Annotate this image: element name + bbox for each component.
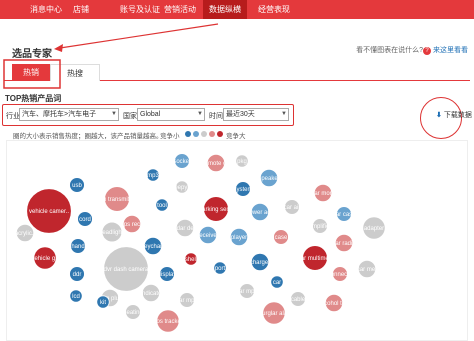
bubble-label: mp3 (147, 173, 159, 179)
time-value: 最近30天 (226, 111, 255, 118)
bubble-label: sleepy r.. (170, 185, 194, 191)
nav-item-data[interactable]: 数据纵横 (203, 0, 247, 19)
bubble-label: ddr (73, 272, 82, 278)
bubble-label: connecto (328, 272, 353, 278)
bubble-label: burglar alar (259, 311, 289, 317)
bubble-label: indicato (141, 291, 162, 297)
bubble-label: dvr dash camera (104, 267, 149, 273)
bubble-label: car mp3 (236, 289, 258, 295)
download-button[interactable]: ⬇ 下载数据 (436, 110, 472, 120)
bubble-label: radar det.. (171, 226, 199, 232)
bubble-label: power ad.. (246, 210, 274, 216)
bubble-label: adapter (364, 226, 384, 232)
bubble-label: shell (185, 257, 197, 263)
legend-dot-2 (193, 131, 199, 137)
bubble-label: car multimed (298, 256, 332, 262)
bubble-label: socket (173, 159, 191, 165)
bubble-label: vehicle g.. (31, 256, 58, 262)
bubble-label: case (275, 235, 288, 241)
bubble-label: headligh.. (99, 230, 125, 236)
tab-hot-sale[interactable]: 热销 (12, 64, 50, 81)
legend-dot-5 (217, 131, 223, 137)
bubble-label: cable (291, 297, 306, 303)
chevron-down-icon: ▼ (197, 111, 203, 117)
bubble-label: car radio (332, 241, 356, 247)
bubble-label: usb (72, 183, 82, 189)
bubble-label: car cass (333, 212, 355, 218)
legend-dot-3 (201, 131, 207, 137)
bubble-label: vehicle camer.. (29, 209, 69, 215)
country-label: 国家 (123, 113, 137, 120)
legend-dot-4 (209, 131, 215, 137)
download-label: 下载数据 (443, 112, 472, 119)
bubble-label: system (233, 187, 252, 193)
bubble-label: car (273, 280, 281, 286)
bubble-label: charger (250, 260, 270, 266)
tab-hot-search[interactable]: 热搜 (50, 64, 100, 81)
bubble-label: gps tracker (153, 319, 183, 325)
bubble-label: speaker (258, 176, 279, 182)
help-link-text[interactable]: 来这里看看 (433, 47, 468, 54)
industry-select[interactable]: 汽车、摩托车>汽车电子 ▼ (19, 108, 119, 121)
legend-dot-1 (185, 131, 191, 137)
legend-small-label: 竞争小 (160, 133, 180, 140)
bubble-label: car mp.. (176, 298, 198, 304)
tab-bar: 热销 热搜 (4, 64, 470, 81)
bubble-label: lcd (72, 294, 80, 300)
section-title: TOP热销产品词 (5, 94, 62, 103)
bubble-label: remote c.. (203, 161, 230, 167)
question-icon: ? (423, 47, 431, 55)
download-icon: ⬇ (436, 112, 442, 119)
bubble-label: amplifier (309, 224, 332, 230)
industry-value: 汽车、摩托车>汽车电子 (22, 111, 97, 118)
bubble-label: fm transmitte (100, 197, 135, 203)
chevron-down-icon: ▼ (111, 111, 117, 117)
chevron-down-icon: ▼ (281, 111, 287, 117)
nav-item-messages[interactable]: 消息中心 (26, 0, 66, 19)
bubble-label: pkg (237, 159, 247, 165)
nav-item-store[interactable]: 店铺 (66, 0, 96, 19)
bubble-label: gps rece (120, 222, 144, 228)
bubble-label: car mont (311, 191, 335, 197)
bubble-label: acrylic.. (15, 231, 36, 237)
bubble-label: player (231, 235, 247, 241)
bubble-label: kit (100, 300, 106, 306)
bubble-label: port (215, 266, 226, 272)
bubble-label: heating (123, 310, 143, 316)
chart-note: 圈的大小表示销售热度；圈越大，该产品销量越高。 (13, 133, 163, 140)
legend-big-label: 竞争大 (226, 133, 246, 140)
nav-item-marketing[interactable]: 营销活动 (160, 0, 200, 19)
bubble-label: car mer (357, 267, 377, 273)
country-select[interactable]: Global ▼ (137, 108, 205, 121)
nav-item-performance[interactable]: 经营表现 (252, 0, 296, 19)
bubble-label: cord (79, 217, 91, 223)
help-prefix: 看不懂图表在说什么? (356, 47, 423, 54)
industry-label: 行业 (6, 113, 20, 120)
page-title: 选品专家 (12, 49, 52, 60)
bubble-label: receiver (197, 233, 218, 239)
top-nav: 消息中心 店铺 账号及认证 营销活动 数据纵横 经营表现 (0, 0, 474, 19)
bubble-label: car air (284, 205, 301, 211)
bubble-label: keychain (141, 244, 165, 250)
bubble-label: alcohol te.. (319, 301, 348, 307)
nav-item-account[interactable]: 账号及认证 (116, 0, 164, 19)
time-label: 时间 (209, 113, 223, 120)
bubble-label: tool (157, 203, 167, 209)
bubble-label: parking sen.. (199, 207, 234, 213)
bubble-label: display (158, 272, 177, 278)
time-select[interactable]: 最近30天 ▼ (223, 108, 289, 121)
bubble-label: hand (71, 244, 84, 250)
bubble-chart-svg: vehicle camer.. vehicle g.. usb fm transmit… (15, 153, 386, 333)
bubble-chart: vehicle camer.. vehicle g.. usb fm transmit… (6, 140, 468, 341)
help-link[interactable]: 看不懂图表在说什么?? 来这里看看 (356, 45, 468, 55)
country-value: Global (140, 111, 161, 118)
